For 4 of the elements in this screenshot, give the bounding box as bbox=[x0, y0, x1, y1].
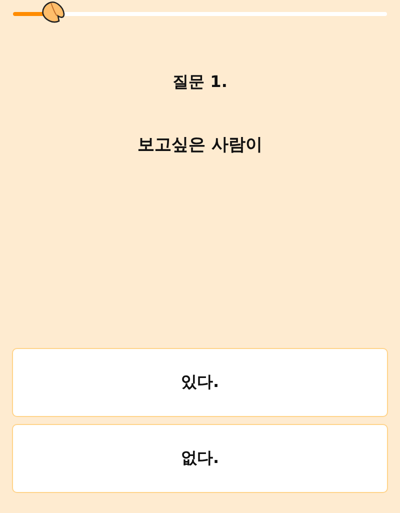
answer-button[interactable]: 없다. bbox=[12, 424, 388, 493]
answer-button[interactable]: 있다. bbox=[12, 348, 388, 417]
question-number: 질문 1. bbox=[172, 72, 228, 93]
question-text: 보고싶은 사람이 bbox=[136, 134, 264, 156]
